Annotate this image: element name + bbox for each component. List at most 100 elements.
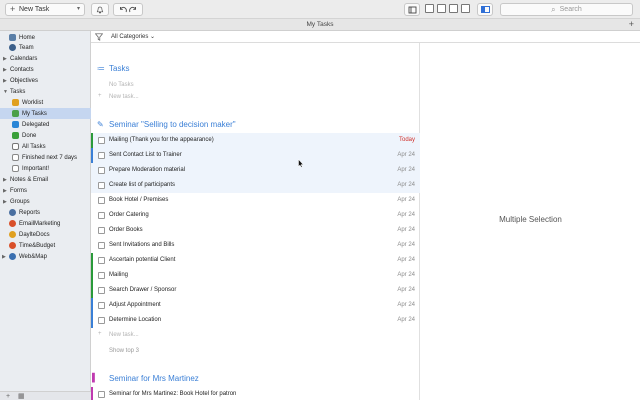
- disclosure-right-icon[interactable]: ▶: [3, 78, 7, 84]
- category-color-bar: [91, 387, 93, 400]
- sidebar-item-daylitedocs[interactable]: DaylteDocs: [0, 229, 91, 240]
- sidebar-item-team[interactable]: Team: [0, 42, 91, 53]
- done-icon: [12, 132, 19, 139]
- disclosure-right-icon[interactable]: ▶: [2, 254, 6, 260]
- new-task-button[interactable]: + New Task ▾: [5, 3, 85, 16]
- table-row[interactable]: Determine Location Apr 24: [91, 313, 420, 328]
- task-checkbox[interactable]: [98, 212, 105, 219]
- sidebar-item-time-budget[interactable]: Time&Budget: [0, 240, 91, 251]
- task-title: Mailing: [109, 272, 129, 278]
- task-checkbox[interactable]: [98, 287, 105, 294]
- task-title: Search Drawer / Sponsor: [109, 287, 177, 293]
- add-icon[interactable]: +: [6, 393, 10, 400]
- sidebar-item-groups[interactable]: ▶ Groups: [0, 196, 91, 207]
- empty-state-text: No Tasks: [109, 82, 134, 88]
- sidebar-item-done[interactable]: Done: [0, 130, 91, 141]
- table-row[interactable]: Seminar for Mrs Martinez: Book Hotel for…: [91, 387, 420, 400]
- sidebar-item-forms[interactable]: ▶ Forms: [0, 185, 91, 196]
- reports-icon: [9, 209, 16, 216]
- section-title-seminar[interactable]: Seminar "Selling to decision maker": [109, 120, 236, 129]
- task-checkbox[interactable]: [98, 272, 105, 279]
- sidebar-item-contacts[interactable]: ▶ Contacts: [0, 64, 91, 75]
- table-row[interactable]: Order Catering Apr 24: [91, 208, 420, 223]
- list-icon[interactable]: [437, 4, 446, 13]
- multiple-selection-message: Multiple Selection: [499, 215, 562, 224]
- table-row[interactable]: Create list of participants Apr 24: [91, 178, 420, 193]
- category-color-bar: [91, 253, 93, 268]
- table-row[interactable]: Sent Invitations and Bills Apr 24: [91, 238, 420, 253]
- section-title-tasks[interactable]: Tasks: [109, 64, 129, 73]
- new-task-input[interactable]: New task...: [109, 332, 139, 338]
- task-checkbox[interactable]: [98, 182, 105, 189]
- task-checkbox[interactable]: [98, 257, 105, 264]
- new-task-label: New Task: [19, 6, 50, 13]
- table-row[interactable]: Ascertain potential Client Apr 24: [91, 253, 420, 268]
- disclosure-right-icon[interactable]: ▶: [3, 56, 7, 62]
- sidebar-item-emailmarketing[interactable]: EmailMarketing: [0, 218, 91, 229]
- table-row[interactable]: Adjust Appointment Apr 24: [91, 298, 420, 313]
- list-icon: ≔: [97, 64, 105, 73]
- sidebar-item-reports[interactable]: Reports: [0, 207, 91, 218]
- disclosure-right-icon[interactable]: ▶: [3, 177, 7, 183]
- table-row[interactable]: Order Books Apr 24: [91, 223, 420, 238]
- chart-icon[interactable]: [449, 4, 458, 13]
- task-title: Sent Contact List to Trainer: [109, 152, 182, 158]
- sidebar-item-objectives[interactable]: ▶ Objectives: [0, 75, 91, 86]
- new-task-input[interactable]: New task...: [109, 94, 139, 100]
- task-checkbox[interactable]: [98, 227, 105, 234]
- category-color-bar: [91, 148, 93, 163]
- task-checkbox[interactable]: [98, 167, 105, 174]
- table-row[interactable]: Search Drawer / Sponsor Apr 24: [91, 283, 420, 298]
- grid-icon[interactable]: ▦: [18, 393, 25, 400]
- sidebar-item-tasks[interactable]: ▼ Tasks: [0, 86, 91, 97]
- task-due-date: Today: [398, 137, 415, 143]
- task-due-date: Apr 24: [397, 242, 415, 248]
- task-checkbox[interactable]: [98, 137, 105, 144]
- task-title: Seminar for Mrs Martinez: Book Hotel for…: [109, 391, 237, 397]
- table-row[interactable]: Mailing Apr 24: [91, 268, 420, 283]
- disclosure-down-icon[interactable]: ▼: [3, 89, 8, 95]
- sidebar-item-important[interactable]: Important!: [0, 163, 91, 174]
- task-checkbox[interactable]: [98, 152, 105, 159]
- sidebar-item-my-tasks[interactable]: My Tasks: [0, 108, 91, 119]
- sidebar-item-all-tasks[interactable]: All Tasks: [0, 141, 91, 152]
- disclosure-right-icon[interactable]: ▶: [3, 67, 7, 73]
- email-marketing-icon: [9, 220, 16, 227]
- sidebar-item-worklist[interactable]: Worklist: [0, 97, 91, 108]
- sidebar-item-label: My Tasks: [22, 110, 47, 117]
- map-icon[interactable]: [461, 4, 470, 13]
- table-row[interactable]: Prepare Moderation material Apr 24: [91, 163, 420, 178]
- task-checkbox[interactable]: [98, 242, 105, 249]
- category-color-bar: [91, 313, 93, 328]
- task-checkbox[interactable]: [98, 302, 105, 309]
- section-title-seminar-martinez[interactable]: Seminar for Mrs Martinez: [109, 374, 199, 383]
- filter-icon[interactable]: [95, 33, 103, 41]
- category-color-bar: [91, 268, 93, 283]
- task-checkbox[interactable]: [98, 317, 105, 324]
- task-checkbox[interactable]: [98, 197, 105, 204]
- add-tab-icon[interactable]: +: [629, 19, 634, 30]
- disclosure-right-icon[interactable]: ▶: [3, 188, 7, 194]
- redo-icon[interactable]: [128, 6, 138, 14]
- home-icon: [9, 34, 16, 41]
- search-field[interactable]: ⌕ Search: [500, 3, 633, 16]
- table-row[interactable]: Sent Contact List to Trainer Apr 24: [91, 148, 420, 163]
- view-switch-button[interactable]: [404, 3, 420, 16]
- sidebar-item-web-map[interactable]: ▶ Web&Map: [0, 251, 91, 262]
- category-selector[interactable]: All Categories ⌄: [111, 31, 155, 43]
- sidebar-item-calendars[interactable]: ▶ Calendars: [0, 53, 91, 64]
- notifications-button[interactable]: [91, 3, 109, 16]
- undo-icon[interactable]: [118, 6, 128, 14]
- show-top-link[interactable]: Show top 3: [109, 348, 139, 354]
- sidebar-item-delegated[interactable]: Delegated: [0, 119, 91, 130]
- calendar-icon[interactable]: [425, 4, 434, 13]
- sidebar-item-finished-next-7-days[interactable]: Finished next 7 days: [0, 152, 91, 163]
- table-row[interactable]: Mailing (Thank you for the appearance) T…: [91, 133, 420, 148]
- disclosure-right-icon[interactable]: ▶: [3, 199, 7, 205]
- table-row[interactable]: Book Hotel / Premises Apr 24: [91, 193, 420, 208]
- sidebar-toggle-button[interactable]: [477, 3, 493, 16]
- sidebar-item-notes-email[interactable]: ▶ Notes & Email: [0, 174, 91, 185]
- task-checkbox[interactable]: [98, 391, 105, 398]
- sidebar-item-label: All Tasks: [22, 143, 46, 150]
- chevron-down-icon[interactable]: ▾: [77, 4, 80, 15]
